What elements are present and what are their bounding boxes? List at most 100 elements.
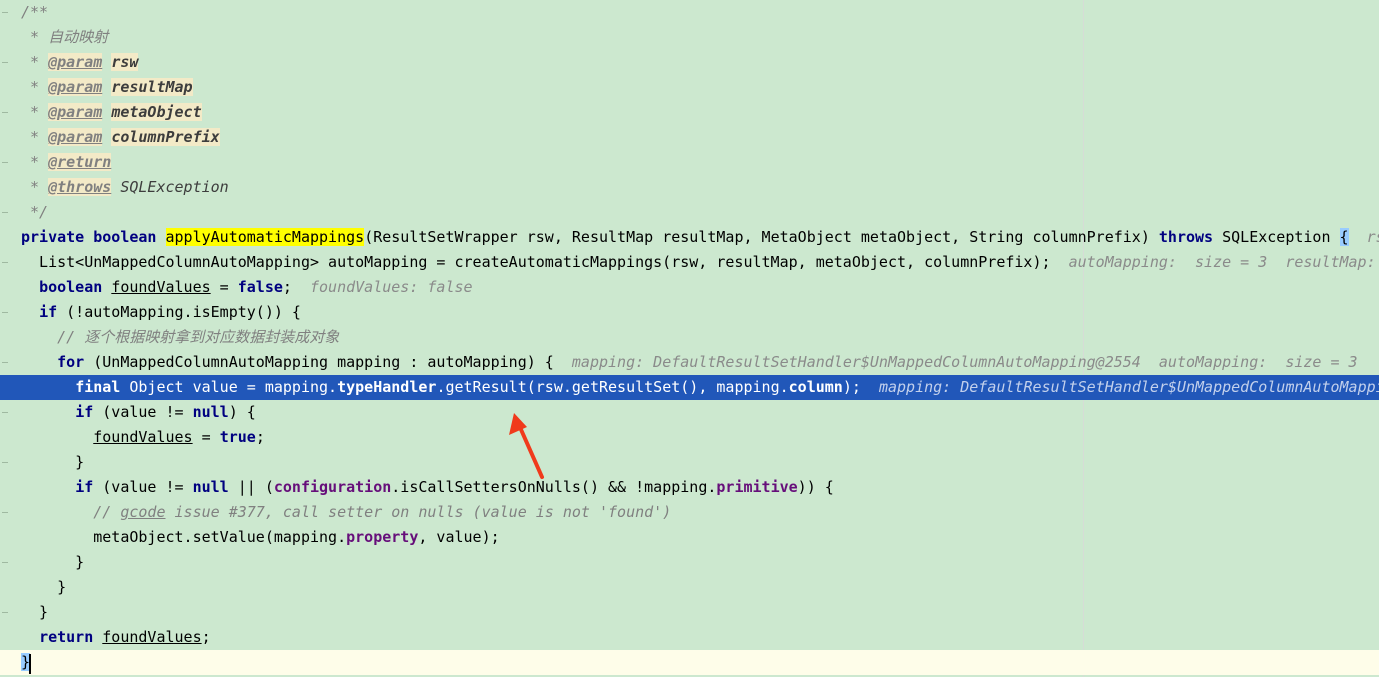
code-line[interactable]: * 自动映射 bbox=[0, 25, 1379, 50]
code-line[interactable]: } bbox=[0, 650, 1379, 675]
code-line[interactable]: boolean foundValues = false; foundValues… bbox=[0, 275, 1379, 300]
code-token: if bbox=[75, 403, 103, 421]
code-token: (ResultSetWrapper rsw, ResultMap resultM… bbox=[364, 228, 1159, 246]
debug-inline-value: mapping: DefaultResultSetHandler$UnMappe… bbox=[860, 378, 1379, 396]
code-line[interactable]: return foundValues; bbox=[0, 625, 1379, 650]
current-execution-line[interactable]: final Object value = mapping.typeHandler… bbox=[0, 375, 1379, 400]
code-text: * @param metaObject bbox=[21, 100, 202, 125]
code-token: null bbox=[192, 403, 229, 421]
red-arrow-icon bbox=[509, 413, 544, 479]
code-token: ; bbox=[255, 428, 265, 446]
code-text: /** bbox=[21, 0, 48, 25]
debug-inline-value: rsw: bbox=[1366, 228, 1379, 246]
code-token: || ( bbox=[237, 478, 274, 496]
code-token: , value); bbox=[418, 528, 500, 546]
code-line[interactable]: */ bbox=[0, 200, 1379, 225]
code-line[interactable]: foundValues = true; bbox=[0, 425, 1379, 450]
code-line[interactable]: for (UnMappedColumnAutoMapping mapping :… bbox=[0, 350, 1379, 375]
code-text: if (!autoMapping.isEmpty()) { bbox=[21, 300, 301, 325]
comment-token: * bbox=[21, 178, 49, 196]
code-line[interactable]: // gcode issue #377, call setter on null… bbox=[0, 500, 1379, 525]
code-token: metaObject.setValue(mapping. bbox=[21, 528, 347, 546]
code-token: )) { bbox=[797, 478, 834, 496]
code-text: return foundValues; bbox=[21, 625, 211, 650]
code-text: foundValues = true; bbox=[21, 425, 265, 450]
code-line[interactable]: if (value != null) { bbox=[0, 400, 1379, 425]
code-text: * 自动映射 bbox=[21, 25, 108, 50]
code-token: ; bbox=[201, 628, 211, 646]
code-token: false bbox=[237, 278, 283, 296]
code-line[interactable]: } bbox=[0, 600, 1379, 625]
code-token: ; bbox=[282, 278, 292, 296]
comment-token: gcode bbox=[120, 503, 166, 521]
code-text: * @return bbox=[21, 150, 112, 175]
code-text: } bbox=[21, 575, 66, 600]
comment-token: // 逐个根据映射拿到对应数据封装成对象 bbox=[21, 328, 340, 346]
comment-token bbox=[102, 103, 111, 121]
comment-token: * bbox=[21, 53, 49, 71]
code-text: // gcode issue #377, call setter on null… bbox=[21, 500, 671, 525]
comment-token: * bbox=[21, 103, 49, 121]
code-token: } bbox=[21, 603, 49, 621]
comment-token: @param bbox=[48, 128, 103, 146]
code-token: true bbox=[219, 428, 256, 446]
code-token: foundValues bbox=[111, 278, 211, 296]
code-text: final Object value = mapping.typeHandler… bbox=[21, 375, 1379, 400]
comment-token: @param bbox=[48, 78, 103, 96]
code-token: (value != bbox=[102, 478, 193, 496]
code-line[interactable]: } bbox=[0, 575, 1379, 600]
code-text: if (value != null || (configuration.isCa… bbox=[21, 475, 834, 500]
code-text: } bbox=[21, 600, 48, 625]
code-line[interactable]: * @param columnPrefix bbox=[0, 125, 1379, 150]
code-token: property bbox=[346, 528, 419, 546]
code-editor[interactable]: /** * 自动映射 * @param rsw * @param resultM… bbox=[0, 0, 1379, 677]
code-token: private boolean bbox=[21, 228, 166, 246]
code-text: * @param columnPrefix bbox=[21, 125, 220, 150]
code-token: column bbox=[788, 378, 843, 396]
code-line[interactable]: } bbox=[0, 450, 1379, 475]
code-text: metaObject.setValue(mapping.property, va… bbox=[21, 525, 500, 550]
code-line[interactable]: * @param resultMap bbox=[0, 75, 1379, 100]
code-token: List<UnMappedColumnAutoMapping> autoMapp… bbox=[21, 253, 1051, 271]
code-line[interactable]: * @return bbox=[0, 150, 1379, 175]
code-line[interactable]: * @param metaObject bbox=[0, 100, 1379, 125]
code-token: .getResult(rsw.getResultSet(), mapping. bbox=[436, 378, 789, 396]
comment-token: metaObject bbox=[111, 103, 202, 121]
code-token: throws bbox=[1158, 228, 1223, 246]
comment-token bbox=[102, 53, 111, 71]
code-token: } bbox=[21, 453, 85, 471]
code-line[interactable]: if (!autoMapping.isEmpty()) { bbox=[0, 300, 1379, 325]
debug-inline-value: foundValues: false bbox=[291, 278, 473, 296]
code-line[interactable]: * @throws SQLException bbox=[0, 175, 1379, 200]
text-caret bbox=[29, 654, 31, 674]
code-token: if bbox=[39, 303, 67, 321]
code-line[interactable]: private boolean applyAutomaticMappings(R… bbox=[0, 225, 1379, 250]
code-token: { bbox=[1339, 228, 1349, 246]
code-token: = bbox=[192, 428, 220, 446]
comment-token: @throws bbox=[48, 178, 112, 196]
comment-token: @param bbox=[48, 53, 103, 71]
code-line[interactable]: metaObject.setValue(mapping.property, va… bbox=[0, 525, 1379, 550]
comment-token: * bbox=[21, 78, 49, 96]
code-token: return bbox=[39, 628, 103, 646]
code-line[interactable]: if (value != null || (configuration.isCa… bbox=[0, 475, 1379, 500]
comment-token: @return bbox=[48, 153, 112, 171]
comment-token: @param bbox=[48, 103, 103, 121]
code-line[interactable]: // 逐个根据映射拿到对应数据封装成对象 bbox=[0, 325, 1379, 350]
code-line[interactable]: List<UnMappedColumnAutoMapping> autoMapp… bbox=[0, 250, 1379, 275]
code-token: for bbox=[57, 353, 94, 371]
comment-token: rsw bbox=[111, 53, 139, 71]
comment-token: /** bbox=[21, 3, 49, 21]
code-text: if (value != null) { bbox=[21, 400, 256, 425]
code-text: * @throws SQLException bbox=[21, 175, 229, 200]
code-line[interactable]: } bbox=[0, 550, 1379, 575]
code-text: boolean foundValues = false; foundValues… bbox=[21, 275, 473, 300]
code-token: foundValues bbox=[93, 428, 193, 446]
debug-inline-value: mapping: DefaultResultSetHandler$UnMappe… bbox=[553, 353, 1358, 371]
code-line[interactable]: * @param rsw bbox=[0, 50, 1379, 75]
code-line[interactable]: /** bbox=[0, 0, 1379, 25]
comment-token: * bbox=[21, 128, 49, 146]
